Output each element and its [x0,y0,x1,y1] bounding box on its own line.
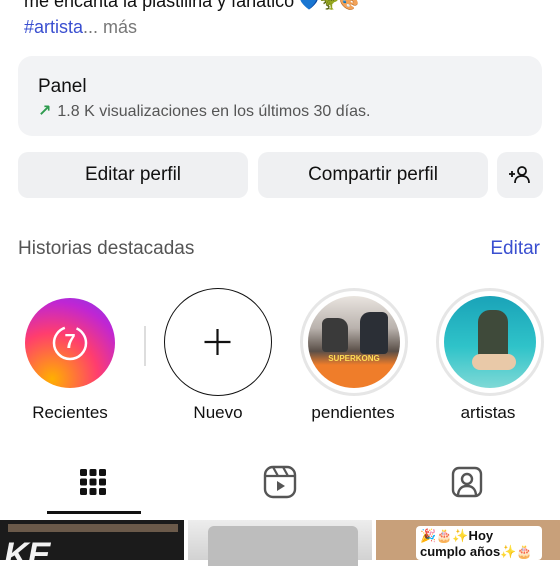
tab-reels[interactable] [260,460,300,504]
grid-icon [80,469,106,495]
highlight-artistas[interactable] [434,288,546,396]
highlights-divider [144,326,146,366]
highlights-edit-link[interactable]: Editar [490,238,540,260]
post-3-caption-box: 🎉🎂✨Hoy cumplo años✨🎂🎉 [416,526,542,560]
highlight-label-artistas: artistas [460,403,516,422]
recientes-cover: 7 [25,298,115,388]
hashtag-link[interactable]: #artista [24,17,83,37]
highlight-label-new: Nuevo [193,403,243,422]
dashboard-panel[interactable]: Panel ↗ 1.8 K visualizaciones en los últi… [18,56,542,136]
highlight-label-pendientes: pendientes [311,403,395,422]
highlight-recientes[interactable]: 7 [14,288,126,388]
highlight-new[interactable] [162,288,274,396]
highlights-title: Historias destacadas [18,238,195,259]
bio-text: me encanta la plastilina y fanático [24,0,295,11]
post-thumbnail-1[interactable]: KE [0,520,184,560]
pendientes-ring: SUPERKONG [300,288,408,396]
bio-line: me encanta la plastilina y fanático 💙🦖🎨 [24,0,359,13]
tab-tagged[interactable] [447,460,487,504]
tab-grid[interactable] [73,460,113,504]
trend-up-icon: ↗ [38,103,52,120]
reels-icon [263,465,297,499]
panel-stats-row: ↗ 1.8 K visualizaciones en los últimos 30… [38,101,370,121]
recientes-count: 7 [64,331,76,353]
bio-line-2: #artista... más [24,16,137,38]
bio-emoji: 💙🦖🎨 [299,0,359,11]
add-person-icon [509,166,530,184]
share-profile-button[interactable]: Compartir perfil [258,152,488,198]
post-3-text: 🎉🎂✨Hoy cumplo años✨🎂🎉 [420,528,533,559]
artistas-cover-image [444,296,536,388]
tab-active-indicator [47,511,141,514]
highlight-pendientes[interactable]: SUPERKONG [298,288,410,396]
new-highlight-circle [164,288,272,396]
more-link[interactable]: ... más [83,17,137,37]
highlight-label-recientes: Recientes [32,403,108,422]
post-thumbnail-2[interactable] [188,520,372,566]
panel-stats: 1.8 K visualizaciones en los últimos 30 … [57,103,371,120]
tagged-person-icon [451,466,483,498]
post-thumbnail-3[interactable]: 🎉🎂✨Hoy cumplo años✨🎂🎉 [376,520,560,560]
panel-title: Panel [38,76,87,97]
edit-profile-button[interactable]: Editar perfil [18,152,248,198]
pendientes-cover-image: SUPERKONG [308,296,400,388]
post-1-text: KE [4,536,50,560]
artistas-ring [436,288,544,396]
plus-icon [204,329,231,355]
pendientes-cover-text: SUPERKONG [328,354,380,363]
add-person-button[interactable] [497,152,543,198]
